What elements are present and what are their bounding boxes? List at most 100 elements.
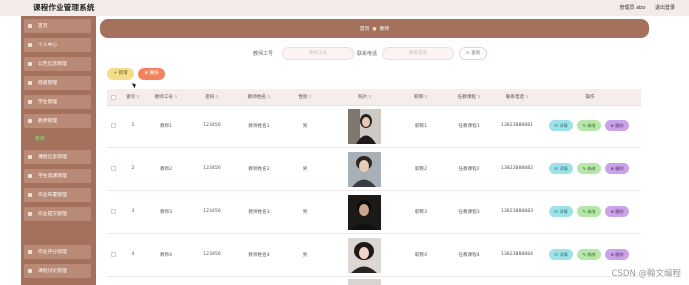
cell-teacher-id: 教师2 bbox=[159, 167, 173, 172]
col-index[interactable]: 索引⇅ bbox=[123, 94, 143, 100]
col-actions: 操作 bbox=[585, 95, 595, 100]
col-course[interactable]: 任教课程⇅ bbox=[445, 94, 493, 100]
sidebar-item-assign[interactable]: 作业布置管理 bbox=[24, 188, 91, 202]
phone-input[interactable]: 联系电话 bbox=[382, 47, 454, 60]
table-row: 1 教师1 123456 教师姓名1 男 职称1 任教课程1 138238888… bbox=[107, 106, 641, 148]
enroll-icon bbox=[28, 174, 32, 178]
batch-delete-button[interactable]: ⊗ 删除 bbox=[138, 68, 165, 80]
teacher-id-label: 教师工号 bbox=[253, 51, 274, 57]
view-button[interactable]: ☷ 详情 bbox=[549, 206, 573, 217]
table-row: 2 教师2 123456 教师姓名2 男 职称2 任教课程2 138238888… bbox=[107, 149, 641, 191]
cell-phone: 13823888882 bbox=[500, 166, 534, 171]
sidebar-item-discussion[interactable]: 课程讨论管理 bbox=[24, 264, 91, 278]
teacher-photo[interactable] bbox=[348, 238, 381, 273]
table-row: 3 教师3 123456 教师姓名3 男 职称3 任教课程3 138238888… bbox=[107, 192, 641, 234]
watermark: CSDN @翰文编程 bbox=[611, 269, 681, 279]
edit-button[interactable]: ✎ 修改 bbox=[577, 163, 601, 174]
view-button[interactable]: ☷ 详情 bbox=[549, 249, 573, 260]
cell-password: 123456 bbox=[203, 209, 221, 214]
add-button[interactable]: + 新增 bbox=[107, 68, 134, 80]
col-photo[interactable]: 照片⇅ bbox=[343, 94, 387, 100]
phone-label: 联系电话 bbox=[357, 51, 378, 57]
discussion-icon bbox=[28, 269, 32, 273]
teacher-icon bbox=[28, 119, 32, 123]
cell-gender: 男 bbox=[302, 124, 308, 129]
row-checkbox[interactable] bbox=[111, 166, 116, 171]
cell-index: 2 bbox=[131, 166, 135, 171]
delete-button[interactable]: ⊗ 删除 bbox=[605, 249, 629, 260]
table-row: 4 教师4 123456 教师姓名4 男 职称4 任教课程4 138238888… bbox=[107, 235, 641, 277]
col-teacher-name[interactable]: 教师姓名⇅ bbox=[235, 94, 283, 100]
edit-button[interactable]: ✎ 修改 bbox=[577, 249, 601, 260]
top-bar: 课程作业管理系统 管理员 abo 退出登录 bbox=[0, 0, 689, 16]
cell-gender: 男 bbox=[302, 167, 308, 172]
grade-icon bbox=[28, 250, 32, 254]
sidebar-item-home[interactable]: 首页 bbox=[24, 19, 91, 33]
cell-title: 职称2 bbox=[414, 167, 428, 172]
cell-course: 任教课程4 bbox=[458, 253, 480, 258]
cell-teacher-name: 教师姓名4 bbox=[248, 253, 270, 258]
sidebar-item-classes[interactable]: 班级管理 bbox=[24, 76, 91, 90]
cell-password: 123456 bbox=[203, 252, 221, 257]
submit-icon bbox=[28, 212, 32, 216]
notice-icon bbox=[28, 62, 32, 66]
teacher-photo[interactable] bbox=[348, 152, 381, 187]
sidebar-item-enrollment[interactable]: 学生选课管理 bbox=[24, 169, 91, 183]
current-user: 管理员 abo bbox=[619, 5, 646, 11]
cell-teacher-id: 教师3 bbox=[159, 210, 173, 215]
cell-teacher-name: 教师姓名1 bbox=[248, 124, 270, 129]
breadcrumb: 首页 ● 教师 bbox=[100, 19, 649, 38]
delete-button[interactable]: ⊗ 删除 bbox=[605, 206, 629, 217]
breadcrumb-home[interactable]: 首页 bbox=[360, 27, 370, 32]
delete-button[interactable]: ⊗ 删除 bbox=[605, 120, 629, 131]
cell-phone: 13823888881 bbox=[500, 123, 534, 128]
view-button[interactable]: ☷ 详情 bbox=[549, 163, 573, 174]
cell-course: 任教课程3 bbox=[458, 210, 480, 215]
table-header: 索引⇅ 教师工号⇅ 密码⇅ 教师姓名⇅ 性别⇅ 照片⇅ 职称⇅ 任教课程⇅ 联系… bbox=[107, 89, 641, 106]
sidebar-item-grading[interactable]: 作业评分管理 bbox=[24, 245, 91, 259]
mouse-cursor-icon bbox=[131, 81, 138, 89]
teacher-photo[interactable] bbox=[348, 109, 381, 144]
cell-password: 123456 bbox=[203, 166, 221, 171]
cell-course: 任教课程2 bbox=[458, 167, 480, 172]
sidebar-item-students[interactable]: 学生管理 bbox=[24, 95, 91, 109]
col-gender[interactable]: 性别⇅ bbox=[283, 94, 327, 100]
student-icon bbox=[28, 100, 32, 104]
teacher-photo[interactable] bbox=[348, 279, 381, 285]
cell-teacher-name: 教师姓名2 bbox=[248, 167, 270, 172]
course-icon bbox=[28, 155, 32, 159]
breadcrumb-separator: ● bbox=[372, 27, 377, 32]
col-password[interactable]: 密码⇅ bbox=[189, 94, 235, 100]
sidebar-item-teachers[interactable]: 教师管理 bbox=[24, 114, 91, 128]
sidebar-subitem-teacher[interactable]: 教师 bbox=[35, 135, 45, 142]
sidebar-item-submissions[interactable]: 作业提交管理 bbox=[24, 207, 91, 221]
table-row-partial bbox=[107, 278, 641, 285]
assign-icon bbox=[28, 193, 32, 197]
edit-button[interactable]: ✎ 修改 bbox=[577, 120, 601, 131]
col-teacher-id[interactable]: 教师工号⇅ bbox=[143, 94, 189, 100]
delete-button[interactable]: ⊗ 删除 bbox=[605, 163, 629, 174]
teacher-id-input[interactable]: 教师工号 bbox=[282, 47, 354, 60]
col-phone[interactable]: 联系电话⇅ bbox=[493, 94, 541, 100]
cell-teacher-name: 教师姓名3 bbox=[248, 210, 270, 215]
view-button[interactable]: ☷ 详情 bbox=[549, 120, 573, 131]
cell-title: 职称1 bbox=[414, 124, 428, 129]
cell-course: 任教课程1 bbox=[458, 124, 480, 129]
sidebar-item-courses[interactable]: 课程信息管理 bbox=[24, 150, 91, 164]
cell-phone: 13823888884 bbox=[500, 252, 534, 257]
teacher-table: 索引⇅ 教师工号⇅ 密码⇅ 教师姓名⇅ 性别⇅ 照片⇅ 职称⇅ 任教课程⇅ 联系… bbox=[107, 89, 641, 285]
row-checkbox[interactable] bbox=[111, 123, 116, 128]
row-checkbox[interactable] bbox=[111, 252, 116, 257]
logout-link[interactable]: 退出登录 bbox=[655, 5, 675, 11]
search-button[interactable]: ⊙ 查询 bbox=[459, 47, 487, 60]
cell-gender: 男 bbox=[302, 210, 308, 215]
select-all-checkbox[interactable] bbox=[111, 95, 116, 100]
teacher-photo[interactable] bbox=[348, 195, 381, 230]
cell-phone: 13823888883 bbox=[500, 209, 534, 214]
cell-gender: 男 bbox=[302, 253, 308, 258]
edit-button[interactable]: ✎ 修改 bbox=[577, 206, 601, 217]
col-title[interactable]: 职称⇅ bbox=[399, 94, 443, 100]
cell-index: 1 bbox=[131, 123, 135, 128]
class-icon bbox=[28, 81, 32, 85]
row-checkbox[interactable] bbox=[111, 209, 116, 214]
